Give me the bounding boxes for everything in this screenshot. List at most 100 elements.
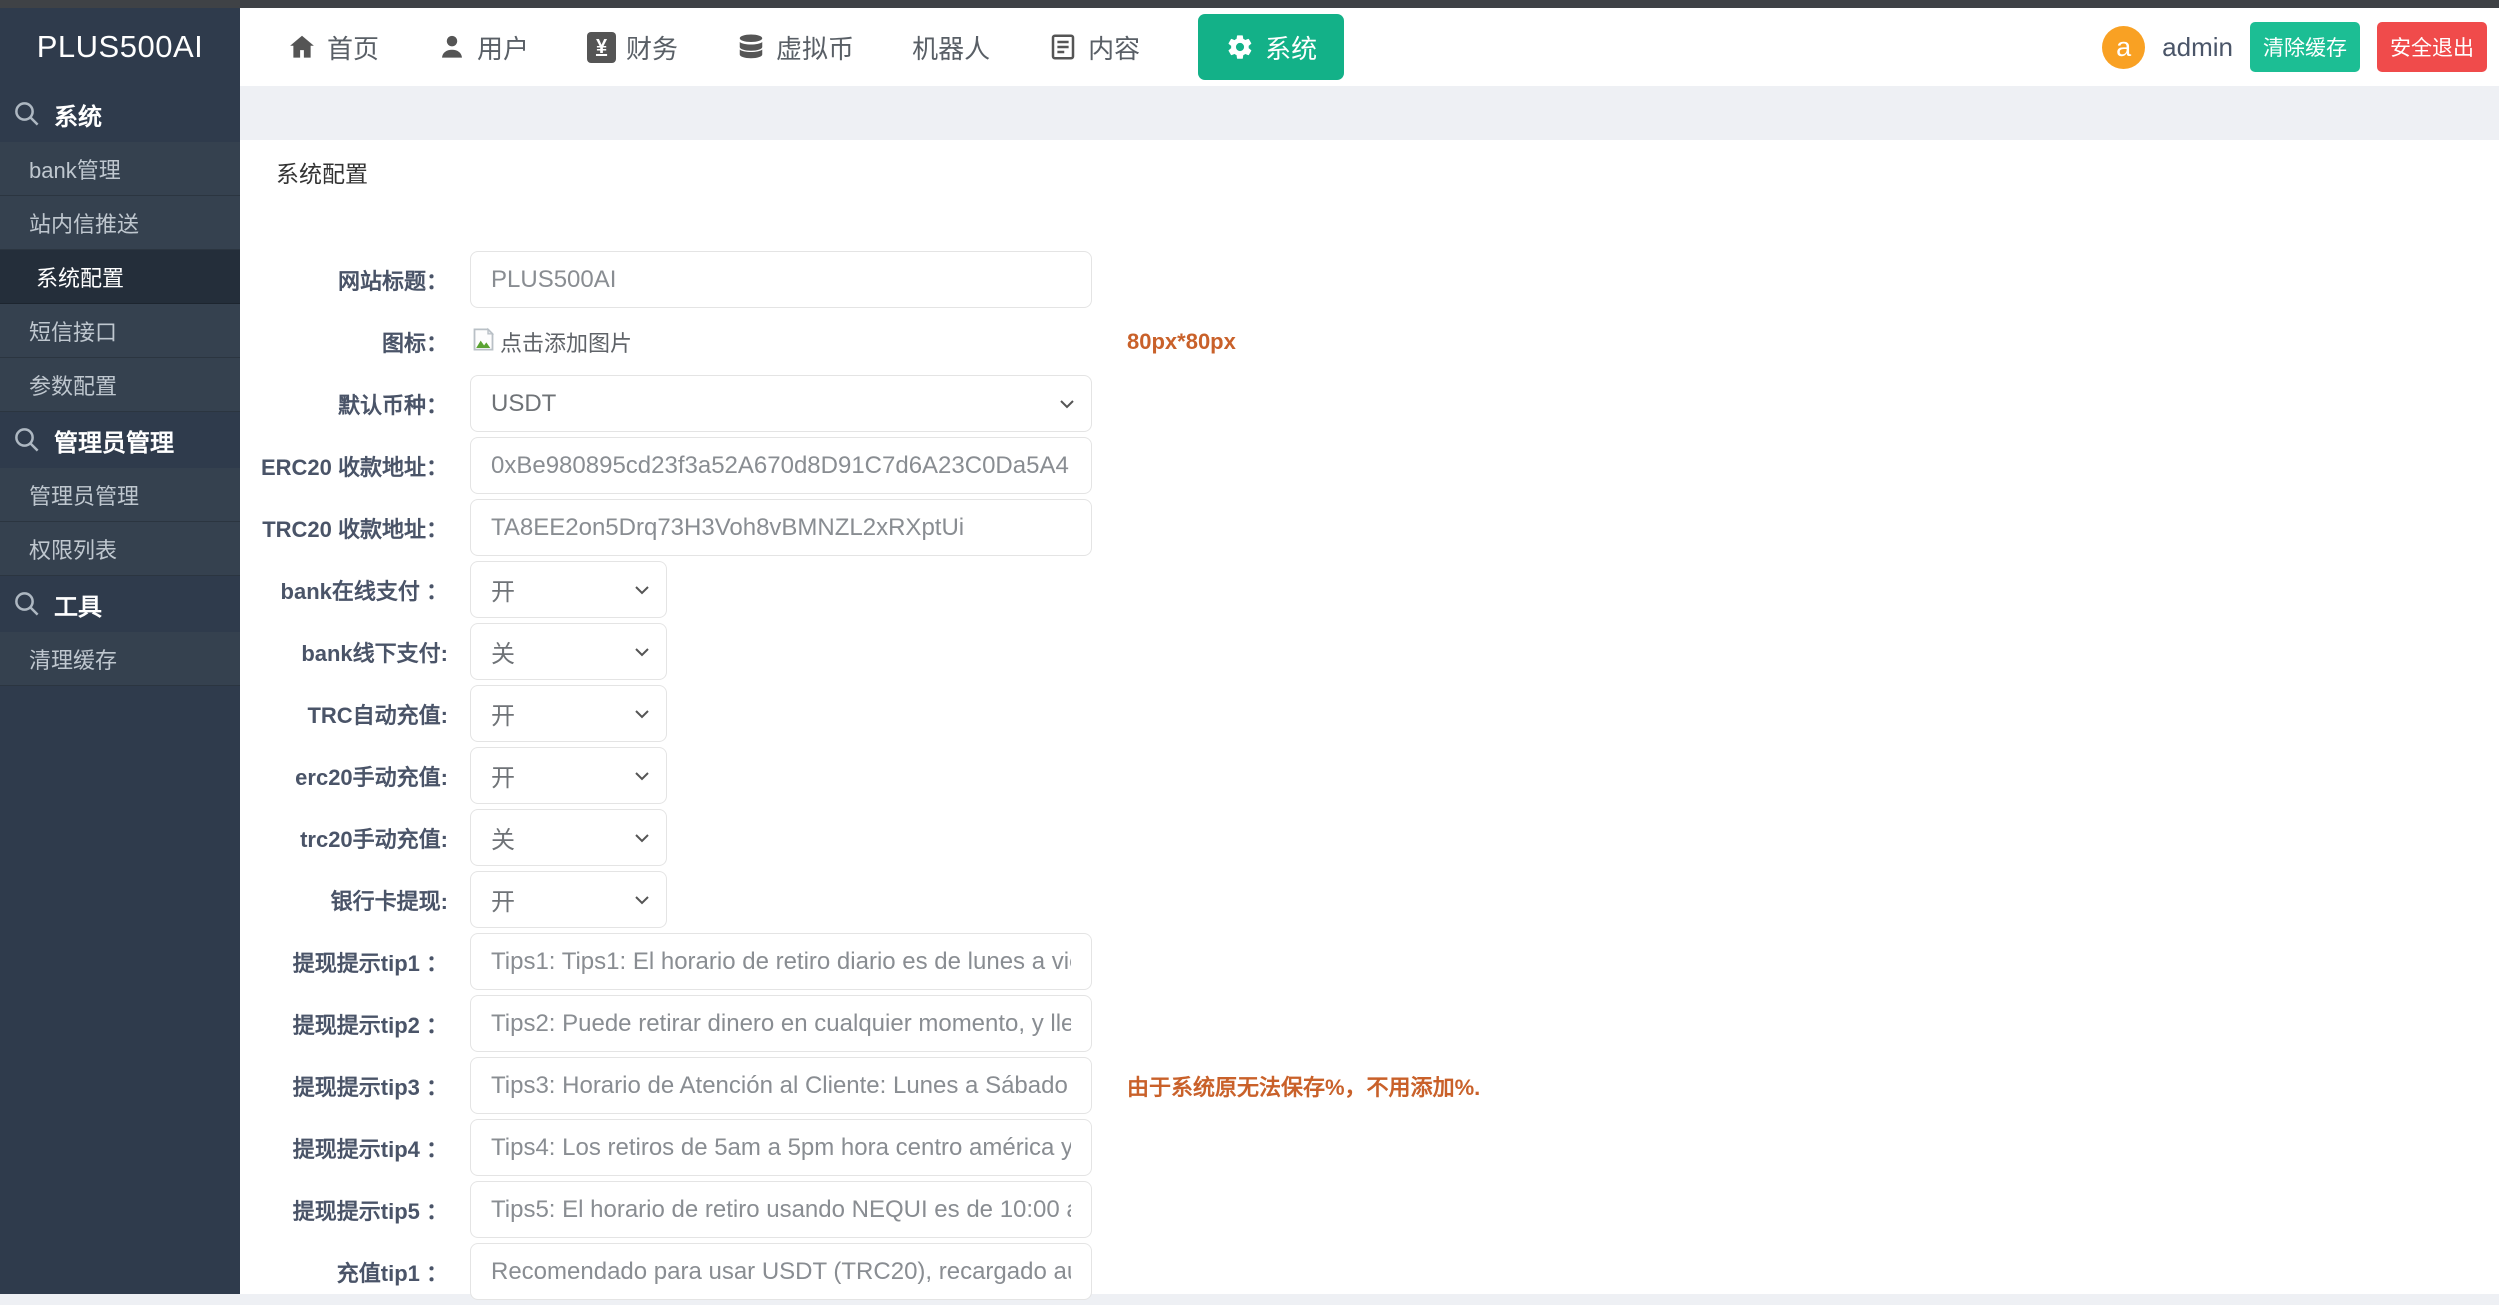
form-row: bank在线支付 ： 开 <box>240 561 2499 618</box>
chevron-down-icon <box>630 640 654 664</box>
avatar[interactable]: a <box>2102 26 2145 69</box>
select-value: USDT <box>491 390 556 418</box>
select-value: 开 <box>491 572 515 607</box>
nav-label: 内容 <box>1088 29 1140 66</box>
clear-cache-button[interactable]: 清除缓存 <box>2250 22 2360 72</box>
icon-size-note: 80px*80px <box>1127 329 1236 355</box>
nav-label: 首页 <box>327 29 379 66</box>
bank-online-pay-select[interactable]: 开 <box>470 561 667 618</box>
select-value: 关 <box>491 634 515 669</box>
user-icon <box>437 32 467 62</box>
money-icon: ¥ <box>587 32 616 63</box>
withdraw-tip4-input[interactable] <box>470 1119 1092 1176</box>
top-navbar: 首页 用户 ¥ 财务 虚拟币 机器人 内容 系统 a admin 清除缓存 安全… <box>240 8 2499 86</box>
sidebar-item-system-config[interactable]: 系统配置 <box>0 250 240 304</box>
gear-icon <box>1225 32 1255 62</box>
field-label: 充值tip1 ： <box>240 1256 448 1288</box>
bank-card-withdraw-select[interactable]: 开 <box>470 871 667 928</box>
sidebar-item-clear-cache[interactable]: 清理缓存 <box>0 632 240 686</box>
sidebar-section-title: 工具 <box>54 587 102 622</box>
field-label: 提现提示tip5 ： <box>240 1194 448 1226</box>
field-label: ERC20 收款地址： <box>240 450 448 482</box>
sidebar-item-label: 管理员管理 <box>29 479 139 511</box>
select-value: 关 <box>491 820 515 855</box>
content-icon <box>1048 32 1078 62</box>
nav-users[interactable]: 用户 <box>437 29 529 66</box>
percent-warning-note: 由于系统原无法保存%，不用添加%. <box>1127 1070 1480 1102</box>
select-value: 开 <box>491 696 515 731</box>
field-label: 提现提示tip2 ： <box>240 1008 448 1040</box>
nav-robot[interactable]: 机器人 <box>912 29 990 66</box>
main-content: 系统配置 网站标题： 图标： 点击添加图片 80px*80px 默认币种： US… <box>240 140 2499 1294</box>
sidebar-item-label: bank管理 <box>29 153 121 185</box>
form-row: TRC自动充值: 开 <box>240 685 2499 742</box>
field-label: TRC自动充值: <box>240 698 448 730</box>
logout-button[interactable]: 安全退出 <box>2377 22 2487 72</box>
nav-home[interactable]: 首页 <box>287 29 379 66</box>
trc20-manual-recharge-select[interactable]: 关 <box>470 809 667 866</box>
chevron-down-icon <box>630 826 654 850</box>
navbar-right: a admin 清除缓存 安全退出 <box>2102 22 2487 72</box>
sidebar-item-mail-push[interactable]: 站内信推送 <box>0 196 240 250</box>
nav-label: 虚拟币 <box>776 29 854 66</box>
coins-icon <box>736 32 766 62</box>
sidebar-item-admin-manage[interactable]: 管理员管理 <box>0 468 240 522</box>
form-row: ERC20 收款地址： <box>240 437 2499 494</box>
broken-image-icon <box>470 326 497 358</box>
bank-offline-pay-select[interactable]: 关 <box>470 623 667 680</box>
trc20-address-input[interactable] <box>470 499 1092 556</box>
upload-placeholder-text: 点击添加图片 <box>500 326 632 358</box>
field-label: TRC20 收款地址： <box>240 512 448 544</box>
nav-label: 系统 <box>1265 29 1317 66</box>
sidebar-section-system: 系统 <box>0 86 240 142</box>
site-title-input[interactable] <box>470 251 1092 308</box>
nav-content[interactable]: 内容 <box>1048 29 1140 66</box>
sidebar-section-title: 系统 <box>54 97 102 132</box>
page-title: 系统配置 <box>276 155 368 189</box>
erc20-manual-recharge-select[interactable]: 开 <box>470 747 667 804</box>
sidebar-item-bank-manage[interactable]: bank管理 <box>0 142 240 196</box>
chevron-down-icon <box>1055 392 1079 416</box>
form-row: 提现提示tip3 ： 由于系统原无法保存%，不用添加%. <box>240 1057 2499 1114</box>
nav-crypto[interactable]: 虚拟币 <box>736 29 854 66</box>
field-label: trc20手动充值: <box>240 822 448 854</box>
erc20-address-input[interactable] <box>470 437 1092 494</box>
window-top-strip <box>0 0 2499 8</box>
default-currency-select[interactable]: USDT <box>470 375 1092 432</box>
form-row: bank线下支付: 关 <box>240 623 2499 680</box>
form-row: 默认币种： USDT <box>240 375 2499 432</box>
home-icon <box>287 32 317 62</box>
field-label: 图标： <box>240 326 448 358</box>
withdraw-tip1-input[interactable] <box>470 933 1092 990</box>
form-row: 网站标题： <box>240 251 2499 308</box>
withdraw-tip5-input[interactable] <box>470 1181 1092 1238</box>
withdraw-tip3-input[interactable] <box>470 1057 1092 1114</box>
chevron-down-icon <box>630 888 654 912</box>
form-row: 充值tip1 ： <box>240 1243 2499 1300</box>
sidebar: PLUS500AI 系统 bank管理 站内信推送 系统配置 短信接口 参数配置… <box>0 8 240 1294</box>
sidebar-section-title: 管理员管理 <box>54 423 174 458</box>
icon-upload-placeholder[interactable]: 点击添加图片 <box>470 326 632 358</box>
sidebar-section-admin: 管理员管理 <box>0 412 240 468</box>
sidebar-item-label: 短信接口 <box>29 315 117 347</box>
search-icon <box>12 589 42 619</box>
withdraw-tip2-input[interactable] <box>470 995 1092 1052</box>
nav-system[interactable]: 系统 <box>1198 14 1344 80</box>
nav-finance[interactable]: ¥ 财务 <box>587 29 678 66</box>
system-config-form: 网站标题： 图标： 点击添加图片 80px*80px 默认币种： USDT ER… <box>240 251 2499 1305</box>
username: admin <box>2162 32 2233 63</box>
form-row: erc20手动充值: 开 <box>240 747 2499 804</box>
search-icon <box>12 425 42 455</box>
chevron-down-icon <box>630 578 654 602</box>
form-row: trc20手动充值: 关 <box>240 809 2499 866</box>
form-row: 提现提示tip2 ： <box>240 995 2499 1052</box>
sidebar-item-permission-list[interactable]: 权限列表 <box>0 522 240 576</box>
trc-auto-recharge-select[interactable]: 开 <box>470 685 667 742</box>
field-label: 提现提示tip1 ： <box>240 946 448 978</box>
field-label: erc20手动充值: <box>240 760 448 792</box>
recharge-tip1-input[interactable] <box>470 1243 1092 1300</box>
nav-label: 财务 <box>626 29 678 66</box>
sidebar-item-label: 权限列表 <box>29 533 117 565</box>
sidebar-item-sms-api[interactable]: 短信接口 <box>0 304 240 358</box>
sidebar-item-param-config[interactable]: 参数配置 <box>0 358 240 412</box>
